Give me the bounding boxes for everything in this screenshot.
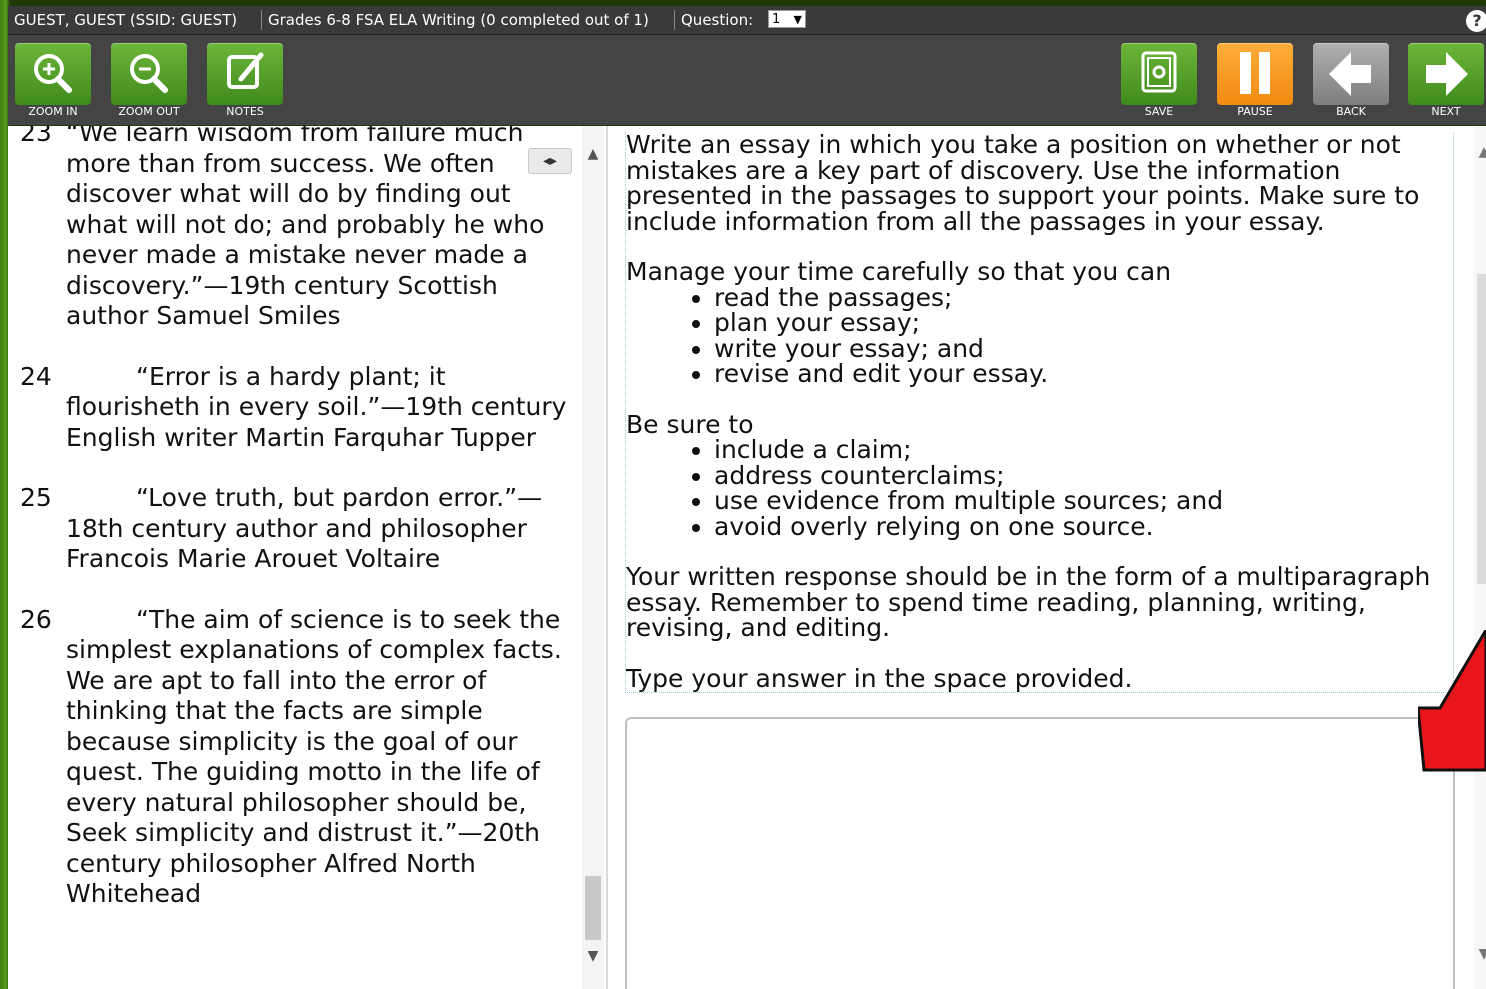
back-button[interactable] <box>1313 43 1389 105</box>
next-label: NEXT <box>1431 105 1461 118</box>
scroll-down-icon[interactable]: ▼ <box>582 948 604 964</box>
manage-list: read the passages; plan your essay; writ… <box>626 284 1453 387</box>
next-button[interactable] <box>1408 43 1484 105</box>
besure-heading: Be sure to <box>626 409 754 439</box>
back-label: BACK <box>1336 105 1366 118</box>
passage-paragraph: 25 “Love truth, but pardon error.”—18th … <box>8 483 568 575</box>
question-pane: Write an essay in which you take a posit… <box>608 126 1486 989</box>
toolbar: ZOOM IN ZOOM OUT NOTES SAVE PAUSE BACK N… <box>8 35 1486 125</box>
scroll-down-icon[interactable]: ▼ <box>1474 946 1486 962</box>
paragraph-text: “The aim of science is to seek the simpl… <box>66 604 562 909</box>
chevron-down-icon: ▼ <box>793 13 802 26</box>
prompt-form-text: Your written response should be in the f… <box>626 562 1431 642</box>
expand-passage-button[interactable]: ◂▸ <box>528 148 572 174</box>
paragraph-text: “Error is a hardy plant; it flourisheth … <box>66 361 567 452</box>
passage-paragraph: 23 “We learn wisdom from failure much mo… <box>8 126 568 332</box>
arrow-left-icon <box>1329 52 1371 96</box>
help-icon[interactable]: ? <box>1466 10 1486 32</box>
arrow-right-icon <box>1426 52 1468 96</box>
zoom-out-icon <box>130 54 168 93</box>
annotation-arrow-icon <box>1418 630 1486 772</box>
list-item: use evidence from multiple sources; and <box>714 488 1453 514</box>
scroll-up-icon[interactable]: ▲ <box>1474 144 1486 160</box>
passage-pane[interactable]: 23 “We learn wisdom from failure much mo… <box>8 126 606 989</box>
question-select[interactable]: 1 ▼ <box>768 10 806 28</box>
zoom-in-icon <box>34 54 72 93</box>
question-scrollbar[interactable]: ▲ ▼ <box>1474 126 1486 989</box>
paragraph-number: 25 <box>20 483 52 512</box>
user-name: GUEST, GUEST (SSID: GUEST) <box>14 11 238 29</box>
question-prompt: Write an essay in which you take a posit… <box>625 132 1454 693</box>
pause-label: PAUSE <box>1237 105 1273 118</box>
list-item: write your essay; and <box>714 335 1453 362</box>
pause-icon <box>1240 52 1270 94</box>
manage-heading: Manage your time carefully so that you c… <box>626 257 1172 286</box>
list-item: plan your essay; <box>714 310 1453 336</box>
paragraph-text: “We learn wisdom from failure much more … <box>66 126 545 330</box>
notes-button[interactable] <box>207 43 283 105</box>
test-header-bar: GUEST, GUEST (SSID: GUEST) Grades 6-8 FS… <box>8 6 1486 35</box>
test-title: Grades 6-8 FSA ELA Writing (0 completed … <box>268 11 649 29</box>
list-item: revise and edit your essay. <box>714 361 1453 387</box>
expand-arrows-icon: ◂▸ <box>542 153 558 169</box>
passage-text: 23 “We learn wisdom from failure much mo… <box>8 126 568 940</box>
scroll-up-icon[interactable]: ▲ <box>582 146 604 162</box>
paragraph-text: “Love truth, but pardon error.”—18th cen… <box>66 483 543 573</box>
zoom-out-label: ZOOM OUT <box>118 105 180 118</box>
list-item: address counterclaims; <box>714 462 1453 489</box>
notes-icon <box>227 52 264 89</box>
list-item: include a claim; <box>714 437 1453 463</box>
scrollbar-thumb[interactable] <box>1477 274 1486 584</box>
zoom-out-button[interactable] <box>111 43 187 105</box>
list-item: read the passages; <box>714 284 1453 311</box>
paragraph-number: 23 <box>20 126 52 147</box>
notes-label: NOTES <box>226 105 264 118</box>
passage-scrollbar[interactable]: ▲ ▼ <box>582 126 604 989</box>
save-label: SAVE <box>1144 105 1174 118</box>
zoom-in-button[interactable] <box>15 43 91 105</box>
besure-list: include a claim; address counterclaims; … <box>626 437 1453 539</box>
prompt-intro: Write an essay in which you take a posit… <box>626 130 1420 236</box>
passage-paragraph: 24 “Error is a hardy plant; it flourishe… <box>8 362 568 454</box>
paragraph-number: 24 <box>20 361 52 391</box>
question-label: Question: <box>681 11 754 29</box>
pause-button[interactable] <box>1217 43 1293 105</box>
paragraph-number: 26 <box>20 604 52 634</box>
list-item: avoid overly relying on one source. <box>714 513 1453 540</box>
passage-paragraph: 26 “The aim of science is to seek the si… <box>8 605 568 910</box>
question-select-value: 1 <box>772 12 781 27</box>
zoom-in-label: ZOOM IN <box>28 105 78 118</box>
prompt-type-text: Type your answer in the space provided. <box>626 663 1133 693</box>
save-button[interactable] <box>1121 43 1197 105</box>
safe-icon <box>1141 51 1177 93</box>
scrollbar-thumb[interactable] <box>585 876 601 940</box>
essay-answer-field[interactable] <box>625 717 1455 989</box>
